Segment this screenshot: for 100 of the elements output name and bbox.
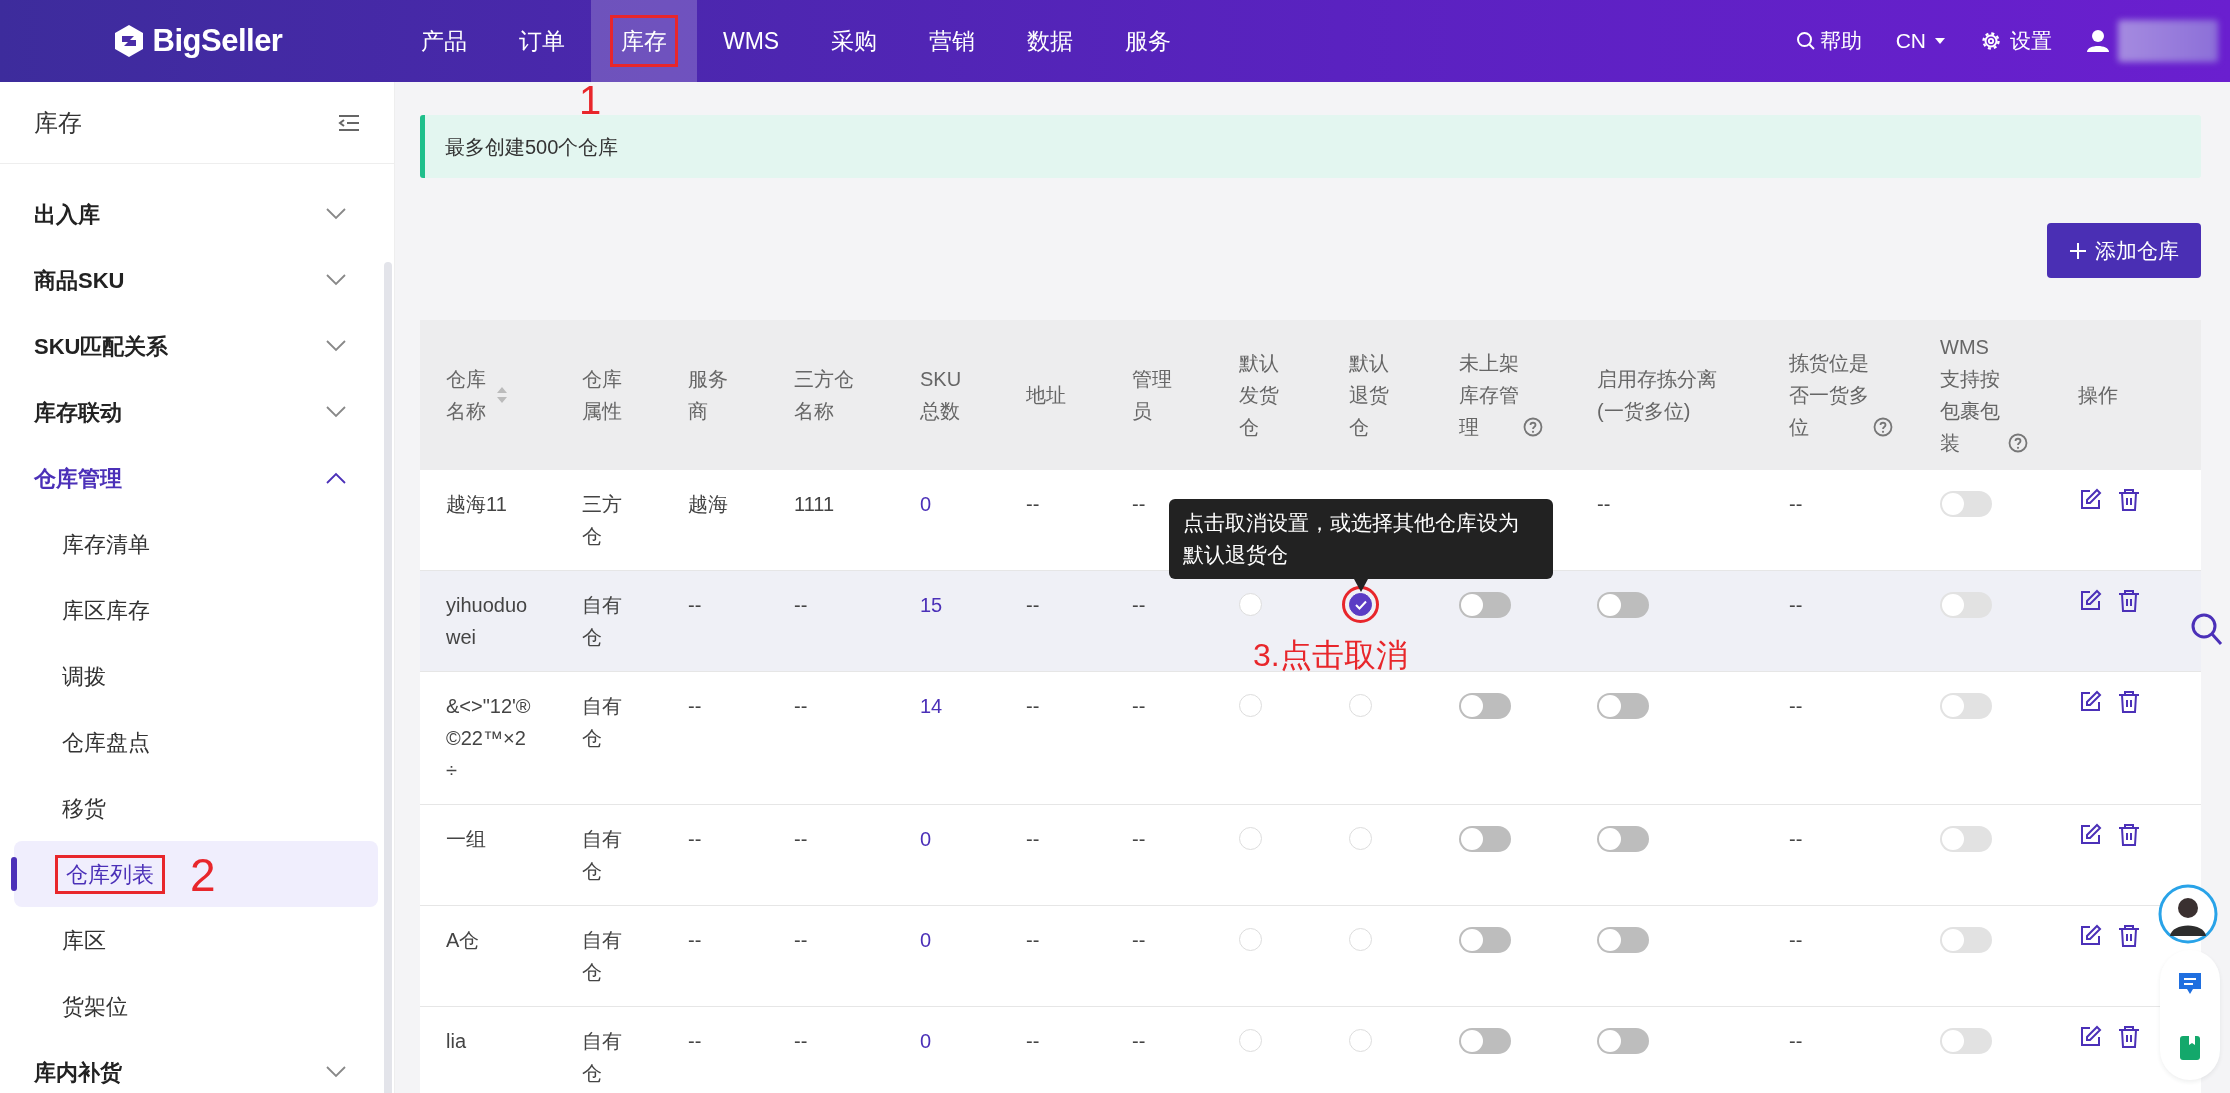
sku-count-link[interactable]: 0 [920, 823, 1002, 855]
table-cell-text: -- [794, 1029, 809, 1054]
delete-icon[interactable] [2118, 589, 2140, 613]
logo-icon [112, 24, 145, 58]
sidebar-item[interactable]: 货架位 [0, 973, 380, 1039]
nav-tab[interactable]: 订单 [493, 0, 591, 82]
table-cell-text: -- [1026, 827, 1041, 852]
chevron-down-icon [326, 406, 346, 418]
table-cell-text: -- [794, 694, 809, 719]
edit-icon[interactable] [2078, 823, 2102, 847]
sidebar-group[interactable]: SKU匹配关系 [0, 313, 380, 379]
sidebar-item[interactable]: 库区库存 [0, 577, 380, 643]
sort-icon[interactable] [496, 385, 508, 405]
support-avatar[interactable] [2158, 884, 2218, 944]
toggle-switch[interactable] [1459, 927, 1511, 953]
toggle-switch[interactable] [1459, 1028, 1511, 1054]
edit-icon[interactable] [2078, 589, 2102, 613]
table-cell-text: 三方仓 [582, 492, 623, 549]
scrollbar[interactable] [384, 262, 392, 1093]
collapse-icon[interactable] [338, 113, 360, 132]
nav-tab[interactable]: 营销 [903, 0, 1002, 82]
sidebar-group[interactable]: 出入库 [0, 181, 380, 247]
nav-tab[interactable]: 库存 [591, 0, 697, 82]
toggle-switch[interactable] [1597, 826, 1649, 852]
brand-name: BigSeller [152, 21, 283, 60]
table-cell-text: 自有仓 [582, 593, 623, 650]
table-cell-text: -- [1026, 694, 1041, 719]
nav-tab[interactable]: 产品 [395, 0, 493, 82]
table-cell-text: -- [1789, 928, 1804, 953]
sidebar-item[interactable]: 调拨 [0, 643, 380, 709]
edit-icon[interactable] [2078, 924, 2102, 948]
settings-icon [1980, 30, 2002, 52]
delete-icon[interactable] [2118, 690, 2140, 714]
column-header: SKU总数 [920, 368, 962, 422]
nav-tab[interactable]: 采购 [805, 0, 904, 82]
add-warehouse-button[interactable]: 添加仓库 [2047, 223, 2201, 278]
toggle-switch[interactable] [1459, 826, 1511, 852]
sku-count-link[interactable]: 14 [920, 690, 1002, 722]
annotation-label: 3.点击取消 [1253, 639, 1408, 671]
sku-count-link[interactable]: 0 [920, 924, 1002, 956]
search-icon[interactable] [2190, 612, 2224, 648]
toggle-switch[interactable] [1597, 1028, 1649, 1054]
sku-count-link[interactable]: 0 [920, 1025, 1002, 1057]
help-icon[interactable] [2008, 433, 2028, 453]
column-header: 拣货位是否一货多位 [1789, 352, 1869, 438]
delete-icon[interactable] [2118, 1025, 2140, 1049]
chevron-down-icon [326, 208, 346, 220]
sidebar-title: 库存 [34, 107, 82, 138]
settings-link[interactable]: 设置 [1980, 25, 2052, 57]
table-cell-text: -- [794, 928, 809, 953]
toggle-switch[interactable] [1597, 927, 1649, 953]
delete-icon[interactable] [2118, 924, 2140, 948]
nav-tab[interactable]: 服务 [1099, 0, 1198, 82]
sidebar-item[interactable]: 仓库列表 2 [14, 841, 378, 907]
table-cell-text: -- [1026, 928, 1041, 953]
user-icon[interactable] [2086, 29, 2110, 53]
tooltip-arrow [1353, 579, 1368, 592]
help-icon[interactable] [1873, 417, 1893, 437]
sidebar-group[interactable]: 库内补货 [0, 1039, 380, 1093]
sidebar-item[interactable]: 库存清单 [0, 511, 380, 577]
sidebar-item[interactable]: 库区 [0, 907, 380, 973]
sidebar-item[interactable]: 仓库盘点 [0, 709, 380, 775]
edit-icon[interactable] [2078, 1025, 2102, 1049]
chevron-down-icon [326, 1066, 346, 1078]
toggle-switch[interactable] [1597, 693, 1649, 719]
table-cell-text: 自有仓 [582, 827, 623, 884]
toggle-switch[interactable] [1459, 693, 1511, 719]
sku-count-link[interactable]: 15 [920, 589, 1002, 621]
notice-text: 最多创建500个仓库 [445, 134, 619, 160]
sidebar-group[interactable]: 商品SKU [0, 247, 380, 313]
toggle-switch[interactable] [1459, 592, 1511, 618]
chevron-down-icon [326, 340, 346, 352]
table-cell-text: -- [1789, 593, 1804, 618]
delete-icon[interactable] [2118, 488, 2140, 512]
table-cell-text: 自有仓 [582, 1029, 623, 1086]
column-header: 默认退货仓 [1349, 352, 1389, 438]
sidebar-group[interactable]: 仓库管理 [0, 445, 380, 511]
book-icon[interactable] [2178, 1034, 2202, 1061]
nav-tab[interactable]: 数据 [1001, 0, 1100, 82]
help-icon[interactable] [1523, 417, 1543, 437]
edit-icon[interactable] [2078, 488, 2102, 512]
sidebar-group[interactable]: 库存联动 [0, 379, 380, 445]
table-cell-text: -- [1132, 694, 1147, 719]
delete-icon[interactable] [2118, 823, 2140, 847]
help-link[interactable]: 帮助 [1795, 25, 1862, 57]
sidebar-item[interactable]: 移货 [0, 775, 380, 841]
plus-icon [2069, 241, 2087, 260]
sku-count-link[interactable]: 0 [920, 488, 1002, 520]
edit-icon[interactable] [2078, 690, 2102, 714]
table-cell-text: -- [1026, 492, 1041, 517]
column-header: 地址 [1026, 384, 1066, 406]
nav-tab[interactable]: WMS [697, 0, 806, 82]
column-header: WMS支持按包裹包装 [1940, 336, 2000, 454]
language-selector[interactable]: CN [1895, 25, 1946, 57]
table-cell-text: -- [688, 694, 703, 719]
table-cell-text: -- [1789, 492, 1804, 517]
chevron-up-icon [326, 472, 346, 484]
toggle-switch[interactable] [1597, 592, 1649, 618]
table-cell-text: -- [688, 1029, 703, 1054]
annotation-label: 2 [190, 851, 216, 898]
